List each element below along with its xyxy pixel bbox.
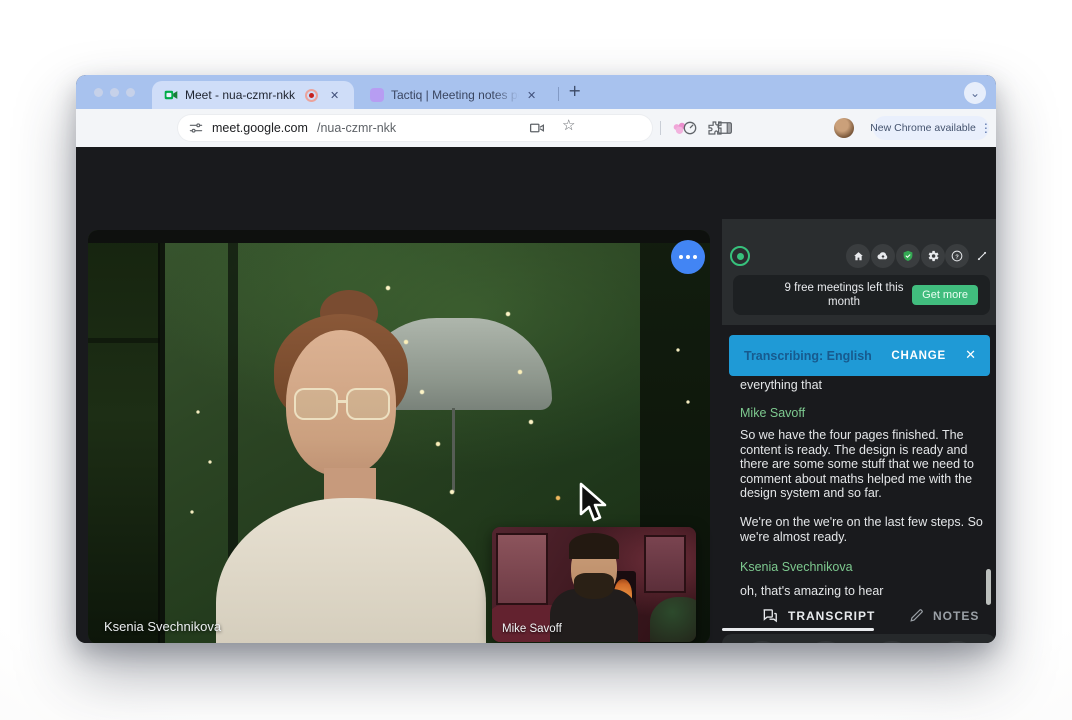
help-icon: ? <box>950 249 964 263</box>
tab-notes-label: NOTES <box>933 609 979 623</box>
detach-button[interactable] <box>970 244 994 268</box>
svg-text:?: ? <box>955 254 959 260</box>
tab-meet-title: Meet - nua-czmr-nkk <box>185 88 295 102</box>
chrome-menu-kebab-icon[interactable]: ⋮ <box>980 122 992 134</box>
change-language-button[interactable]: CHANGE <box>891 350 946 362</box>
plant <box>650 597 696 642</box>
address-bar[interactable]: meet.google.com /nua-czmr-nkk ☆ <box>178 115 652 141</box>
meet-page: Ksenia Svechnikova Mike Savoff <box>76 147 996 643</box>
main-participant-name: Ksenia Svechnikova <box>104 619 221 634</box>
home-button[interactable] <box>846 244 870 268</box>
url-path: /nua-czmr-nkk <box>317 121 396 135</box>
toolbar-divider <box>660 121 661 135</box>
room-window-2 <box>644 535 686 593</box>
pip-participant-beard <box>574 573 614 599</box>
dot <box>693 255 697 259</box>
tactiq-logo-icon <box>730 246 750 266</box>
pencil-icon <box>908 607 925 624</box>
shield-check-icon <box>901 249 915 263</box>
browser-window: Meet - nua-czmr-nkk ✕ Tactiq | Meeting n… <box>76 75 996 643</box>
side-panel-icon[interactable] <box>716 119 734 137</box>
transcript-paragraph: We're on the we're on the last few steps… <box>740 515 990 544</box>
glasses-bridge <box>337 400 347 403</box>
tab-tactiq-close-icon[interactable]: ✕ <box>527 90 536 101</box>
chat-icon <box>760 606 779 625</box>
tab-meet[interactable]: Meet - nua-czmr-nkk ✕ <box>152 81 354 109</box>
meet-favicon <box>164 88 178 102</box>
profile-avatar[interactable] <box>834 118 854 138</box>
traffic-light-close[interactable] <box>94 88 103 97</box>
privacy-button[interactable] <box>896 244 920 268</box>
pip-camera-icon[interactable] <box>528 119 546 137</box>
tab-meet-close-icon[interactable]: ✕ <box>330 90 339 101</box>
dot <box>679 255 683 259</box>
active-tab-underline <box>722 628 874 631</box>
new-tab-button[interactable]: + <box>568 83 581 99</box>
tab-transcript[interactable]: TRANSCRIPT <box>760 606 875 625</box>
glasses-left-lens <box>294 388 338 420</box>
banner-close-icon[interactable]: ✕ <box>965 349 976 362</box>
dot <box>686 255 690 259</box>
home-icon <box>852 250 865 263</box>
quota-card: 9 free meetings left this month Get more <box>733 275 990 315</box>
tab-tactiq-title: Tactiq | Meeting notes powe <box>391 88 519 102</box>
tab-search-chevron-icon[interactable]: ⌄ <box>964 82 986 104</box>
tab-transcript-label: TRANSCRIPT <box>788 609 875 623</box>
transcript-fragment: everything that <box>740 378 990 393</box>
gear-icon <box>926 249 940 263</box>
bookmark-star-icon[interactable]: ☆ <box>562 118 575 133</box>
transcript-paragraph: So we have the four pages finished. The … <box>740 428 990 501</box>
transcript-speaker: Ksenia Svechnikova <box>740 560 988 574</box>
transcribing-banner: Transcribing: English CHANGE ✕ <box>729 335 990 376</box>
pip-participant-name: Mike Savoff <box>502 623 562 635</box>
sidebar-scrollbar[interactable] <box>986 569 991 605</box>
tab-strip: Meet - nua-czmr-nkk ✕ Tactiq | Meeting n… <box>76 75 996 109</box>
url-host: meet.google.com <box>212 121 308 135</box>
new-chrome-label: New Chrome available <box>870 122 976 134</box>
tab-divider <box>558 87 559 101</box>
tab-notes[interactable]: NOTES <box>908 607 979 624</box>
glasses-right-lens <box>346 388 390 420</box>
pip-video-tile[interactable]: Mike Savoff <box>492 527 696 642</box>
cloud-upload-icon <box>876 249 890 263</box>
help-button[interactable]: ? <box>945 244 969 268</box>
settings-button[interactable] <box>921 244 945 268</box>
transcript-speaker: Mike Savoff <box>740 406 988 420</box>
room-window <box>496 533 548 605</box>
quota-text: 9 free meetings left this month <box>769 281 919 309</box>
transcribing-status: Transcribing: English <box>744 349 872 363</box>
tactiq-favicon <box>370 88 384 102</box>
mouse-cursor <box>578 482 608 524</box>
get-more-button[interactable]: Get more <box>912 285 978 305</box>
desktop: Meet - nua-czmr-nkk ✕ Tactiq | Meeting n… <box>0 0 1072 720</box>
new-chrome-button[interactable]: New Chrome available ⋮ <box>873 116 989 140</box>
upload-button[interactable] <box>871 244 895 268</box>
traffic-light-minimize[interactable] <box>110 88 119 97</box>
chat-bubble-button[interactable] <box>671 240 705 274</box>
site-settings-icon[interactable] <box>188 120 204 136</box>
resize-diagonal-icon <box>975 249 989 263</box>
tab-tactiq[interactable]: Tactiq | Meeting notes powe ✕ <box>360 81 558 109</box>
transcript-paragraph: oh, that's amazing to hear <box>740 584 990 599</box>
traffic-light-zoom[interactable] <box>126 88 135 97</box>
pip-participant-hair <box>569 533 619 559</box>
performance-icon[interactable] <box>681 119 699 137</box>
recording-indicator-icon <box>305 89 318 102</box>
